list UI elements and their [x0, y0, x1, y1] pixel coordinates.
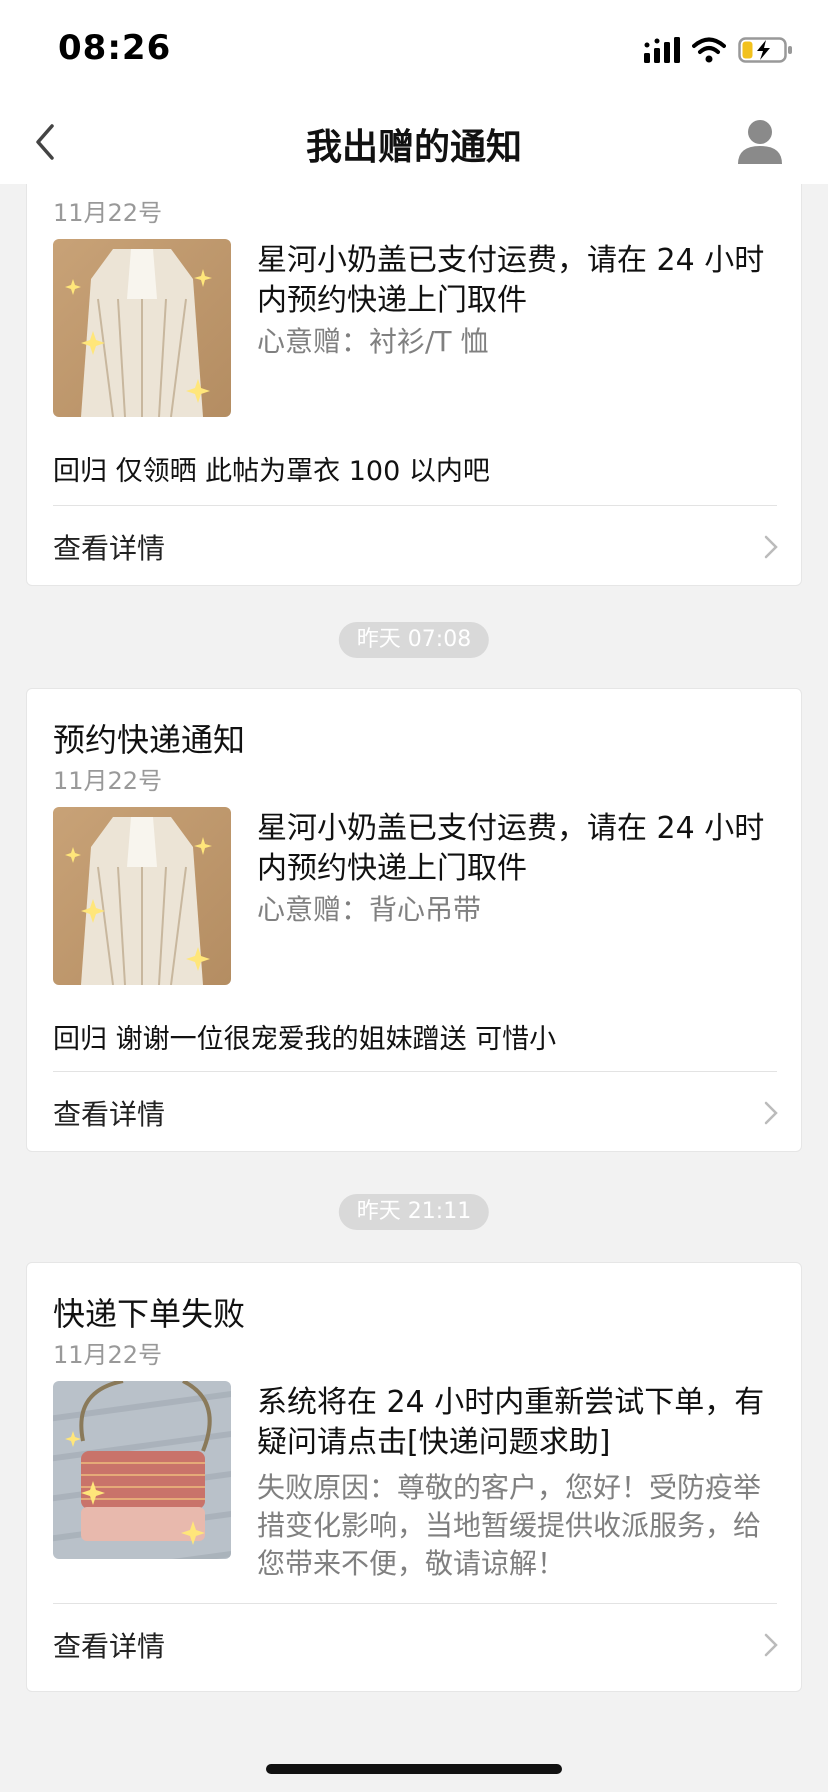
- status-bar: 08:26: [0, 0, 828, 100]
- item-description: 回归 谢谢一位很宠爱我的姐妹蹭送 可惜小: [53, 1024, 557, 1055]
- timestamp-badge: 昨天 21:11: [338, 1194, 490, 1230]
- card-title: 快递下单失败: [53, 1295, 246, 1333]
- chevron-right-icon: [764, 1633, 778, 1657]
- view-details-label: 查看详情: [53, 1098, 166, 1131]
- profile-button[interactable]: [732, 114, 788, 170]
- status-time: 08:26: [58, 28, 172, 68]
- item-thumbnail[interactable]: [53, 239, 231, 417]
- item-thumbnail[interactable]: [53, 1381, 231, 1559]
- card-date: 11月22号: [53, 1341, 163, 1369]
- status-icons: [644, 34, 794, 66]
- clothing-photo: [53, 239, 231, 417]
- notification-card: 预约快递通知 11月22号 星河小奶盖已支付运费，请在 24 小时内预约快递上门…: [26, 688, 802, 1152]
- item-description: 回归 仅领晒 此帖为罩衣 100 以内吧: [53, 456, 490, 487]
- bag-photo: [53, 1381, 231, 1559]
- home-indicator[interactable]: [266, 1764, 562, 1774]
- card-date: 11月22号: [53, 767, 163, 795]
- clothing-photo: [53, 807, 231, 985]
- card-date: 11月22号: [53, 199, 163, 227]
- view-details-label: 查看详情: [53, 1630, 166, 1663]
- notification-message: 系统将在 24 小时内重新尝试下单，有疑问请点击[快递问题求助]: [257, 1385, 765, 1460]
- notification-card: 快递下单失败 11月22号 系统将在 24 小时内重新尝试下单，有疑问请点击[快…: [26, 1262, 802, 1692]
- view-details-label: 查看详情: [53, 532, 166, 565]
- item-category: 心意赠：衬衫/T 恤: [257, 325, 489, 358]
- chevron-right-icon: [764, 1101, 778, 1125]
- timestamp-badge: 昨天 07:08: [338, 622, 490, 658]
- view-details-button[interactable]: 查看详情: [27, 1071, 801, 1153]
- chevron-right-icon: [764, 535, 778, 559]
- notification-message: 星河小奶盖已支付运费，请在 24 小时内预约快递上门取件: [257, 811, 765, 886]
- item-thumbnail[interactable]: [53, 807, 231, 985]
- wifi-icon: [692, 37, 726, 63]
- cellular-signal-icon: [644, 37, 680, 63]
- notification-message: 星河小奶盖已支付运费，请在 24 小时内预约快递上门取件: [257, 243, 765, 318]
- notification-card: 11月22号 星河小奶盖已支付运费，请在 24 小时内预约快递上门取件 心意赠：…: [26, 184, 802, 586]
- battery-charging-icon: [738, 37, 792, 63]
- item-category: 心意赠：背心吊带: [257, 893, 482, 926]
- notification-list[interactable]: 11月22号 星河小奶盖已支付运费，请在 24 小时内预约快递上门取件 心意赠：…: [0, 184, 828, 1792]
- user-icon: [738, 120, 782, 164]
- failure-reason: 失败原因：尊敬的客户，您好！受防疫举措变化影响，当地暂缓提供收派服务，给您带来不…: [257, 1471, 762, 1580]
- view-details-button[interactable]: 查看详情: [27, 1603, 801, 1685]
- nav-bar: 我出赠的通知: [0, 100, 828, 184]
- card-title: 预约快递通知: [53, 721, 246, 759]
- view-details-button[interactable]: 查看详情: [27, 505, 801, 587]
- page-title: 我出赠的通知: [305, 127, 522, 168]
